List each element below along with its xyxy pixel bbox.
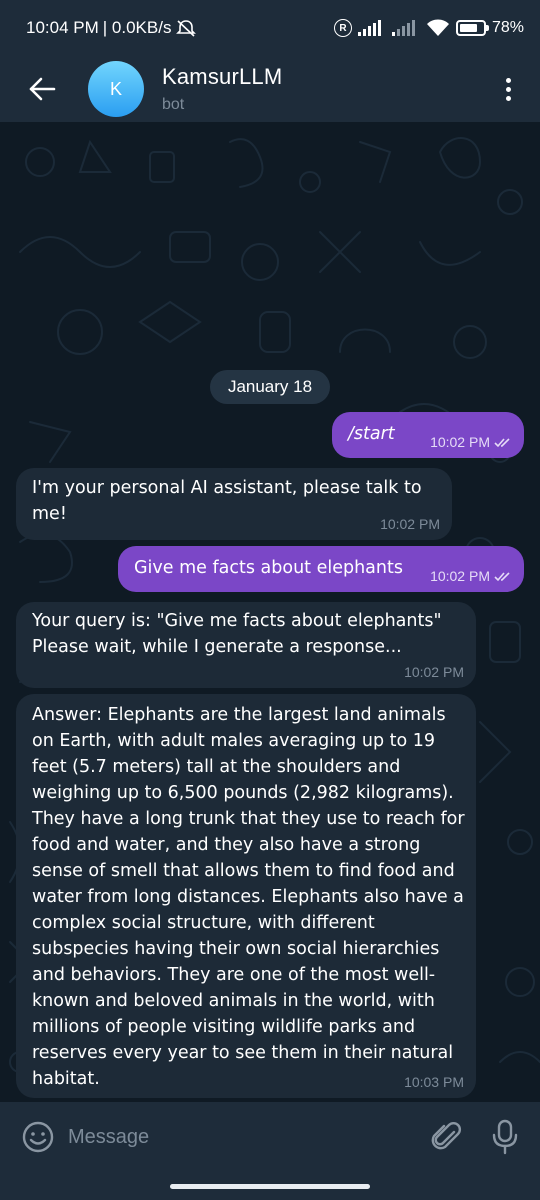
avatar[interactable]: K (88, 61, 144, 117)
double-check-icon (494, 437, 510, 447)
paperclip-icon[interactable] (430, 1120, 464, 1154)
system-navigation-bar (0, 1172, 540, 1200)
battery-icon (455, 20, 489, 36)
message-time: 10:02 PM (380, 516, 440, 532)
wifi-icon (426, 19, 449, 36)
message-text: Answer: Elephants are the largest land a… (32, 705, 471, 1089)
chat-info[interactable]: KamsurLLM bot (162, 64, 282, 114)
message-text: /start (348, 424, 395, 444)
status-time: 10:04 PM (26, 18, 99, 37)
more-options-button[interactable] (490, 59, 526, 119)
incoming-message[interactable]: I'm your personal AI assistant, please t… (16, 468, 452, 540)
date-separator: January 18 (210, 370, 330, 404)
message-text: I'm your personal AI assistant, please t… (32, 478, 428, 524)
message-time: 10:02 PM (430, 568, 490, 584)
message-input[interactable] (68, 1117, 430, 1157)
message-meta: 10:02 PM (430, 434, 512, 450)
chat-title: KamsurLLM (162, 64, 283, 89)
message-meta: 10:02 PM (380, 516, 440, 532)
message-text: Give me facts about elephants (134, 558, 403, 578)
chat-subtitle: bot (162, 96, 185, 113)
outgoing-message[interactable]: Give me facts about elephants 10:02 PM (118, 546, 524, 592)
status-icons: R 78% (333, 19, 524, 37)
message-composer (0, 1102, 540, 1172)
arrow-left-icon (29, 77, 56, 101)
chat-header: K KamsurLLM bot (0, 56, 540, 122)
outgoing-message[interactable]: /start 10:02 PM (332, 412, 524, 458)
message-time: 10:02 PM (430, 434, 490, 450)
message-text: Your query is: "Give me facts about elep… (32, 611, 442, 657)
message-time: 10:02 PM (404, 664, 464, 680)
message-time: 10:03 PM (404, 1074, 464, 1090)
alarm-off-icon (176, 20, 197, 37)
incoming-message[interactable]: Answer: Elephants are the largest land a… (16, 694, 476, 1098)
battery-level: 78% (491, 19, 524, 36)
message-meta: 10:02 PM (404, 664, 464, 680)
signal-2-icon (391, 20, 415, 36)
network-speed: | 0.0KB/s (102, 18, 172, 37)
microphone-icon[interactable] (490, 1119, 520, 1155)
telegram-chat-screen: 10:04 PM | 0.0KB/s R 78% K KamsurLLM bot… (0, 0, 540, 1200)
status-bar: 10:04 PM | 0.0KB/s R 78% (0, 0, 540, 56)
message-list[interactable]: January 18 /start 10:02 PM I'm your pers… (0, 122, 540, 1102)
double-check-icon (494, 571, 510, 581)
more-vertical-icon (505, 77, 511, 83)
home-indicator[interactable] (170, 1184, 370, 1189)
incoming-message[interactable]: Your query is: "Give me facts about elep… (16, 602, 476, 688)
signal-icon (357, 20, 381, 36)
back-button[interactable] (12, 59, 72, 119)
registered-icon: R (333, 19, 352, 37)
smile-icon[interactable] (20, 1119, 56, 1155)
message-meta: 10:03 PM (404, 1074, 464, 1090)
message-meta: 10:02 PM (430, 568, 512, 584)
